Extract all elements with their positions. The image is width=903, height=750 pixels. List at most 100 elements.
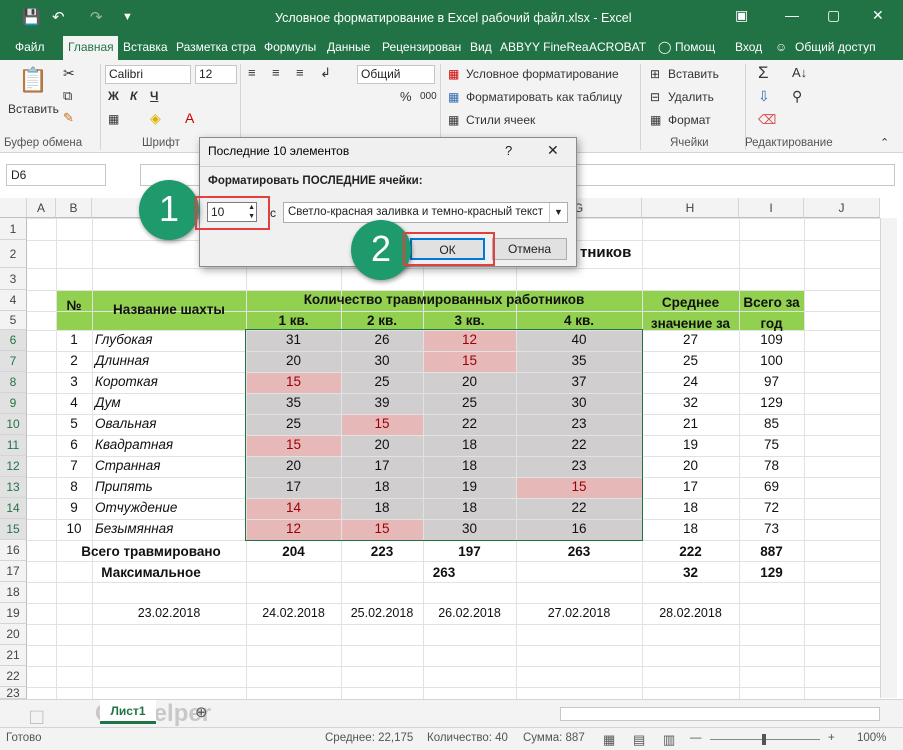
row-header[interactable]: 7 <box>0 351 27 372</box>
normal-view-icon[interactable]: ▦ <box>603 732 615 748</box>
tab-insert[interactable]: Вставка <box>123 40 168 54</box>
paste-button[interactable]: Вставить <box>8 102 59 116</box>
sheet-tab-1[interactable]: Лист1 <box>100 700 156 724</box>
row-header[interactable]: 4 <box>0 290 27 311</box>
paste-icon[interactable]: 📋 <box>18 66 48 95</box>
tab-review[interactable]: Рецензирован <box>382 40 461 54</box>
row-header[interactable]: 12 <box>0 456 27 477</box>
font-color-icon[interactable]: A <box>185 110 194 126</box>
fill-color-icon[interactable]: ◈ <box>150 110 161 127</box>
sign-in-link[interactable]: Вход <box>735 40 762 54</box>
borders-icon[interactable]: ▦ <box>108 112 119 126</box>
row-header[interactable]: 1 <box>0 218 27 240</box>
tab-formulas[interactable]: Формулы <box>264 40 316 54</box>
underline-button[interactable]: Ч <box>150 89 158 103</box>
maximize-icon[interactable]: ▢ <box>827 7 840 24</box>
row-header[interactable]: 8 <box>0 372 27 393</box>
row-header[interactable]: 15 <box>0 519 27 540</box>
column-header[interactable]: H <box>642 198 739 218</box>
zoom-level[interactable]: 100% <box>857 732 886 744</box>
cancel-button[interactable]: Отмена <box>492 238 567 260</box>
row-header[interactable]: 14 <box>0 498 27 519</box>
row-header[interactable]: 17 <box>0 561 27 582</box>
number-format-combo[interactable]: Общий <box>357 65 435 84</box>
undo-icon[interactable]: ↶ <box>52 8 65 26</box>
page-layout-view-icon[interactable]: ▤ <box>633 732 645 748</box>
tab-view[interactable]: Вид <box>470 40 492 54</box>
percent-icon[interactable]: % <box>400 89 412 104</box>
dialog-close-button[interactable]: ✕ <box>547 142 559 159</box>
zoom-slider-thumb[interactable] <box>762 734 766 745</box>
row-header[interactable]: 11 <box>0 435 27 456</box>
cond-format-button[interactable]: Условное форматирование <box>466 67 619 81</box>
tab-data[interactable]: Данные <box>327 40 370 54</box>
dialog-help-button[interactable]: ? <box>505 143 512 158</box>
tab-file[interactable]: Файл <box>15 40 45 54</box>
tab-acrobat[interactable]: ACROBAT <box>589 40 646 54</box>
select-all-corner[interactable] <box>0 198 27 218</box>
row-header[interactable]: 19 <box>0 603 27 624</box>
delete-cells-button[interactable]: Удалить <box>668 90 714 104</box>
format-cells-button[interactable]: Формат <box>668 113 711 127</box>
tab-help[interactable]: Помощ <box>675 40 715 54</box>
sort-filter-icon[interactable]: A↓ <box>792 65 807 80</box>
minimize-icon[interactable]: — <box>785 7 799 23</box>
tab-page-layout[interactable]: Разметка стра <box>176 40 256 54</box>
row-header[interactable]: 23 <box>0 687 27 699</box>
format-select[interactable]: Светло-красная заливка и темно-красный т… <box>283 202 568 223</box>
chevron-down-icon[interactable]: ▼ <box>549 203 567 222</box>
insert-cells-button[interactable]: Вставить <box>668 67 719 81</box>
wrap-text-icon[interactable]: ↲ <box>320 65 331 81</box>
column-header[interactable]: A <box>27 198 56 218</box>
row-header[interactable]: 6 <box>0 330 27 351</box>
row-header[interactable]: 20 <box>0 624 27 645</box>
bold-button[interactable]: Ж <box>108 89 119 103</box>
zoom-in-icon[interactable]: + <box>828 732 835 744</box>
row-header[interactable]: 22 <box>0 666 27 687</box>
font-name-combo[interactable]: Calibri <box>105 65 191 84</box>
row-header[interactable]: 3 <box>0 268 27 290</box>
tab-abbyy[interactable]: ABBYY FineRea <box>500 40 589 54</box>
name-box[interactable]: D6 <box>6 164 106 186</box>
zoom-out-icon[interactable]: — <box>690 732 702 744</box>
column-header[interactable]: J <box>804 198 880 218</box>
align-middle-icon[interactable]: ≡ <box>272 65 280 80</box>
cell-styles-button[interactable]: Стили ячеек <box>466 113 535 127</box>
row-header[interactable]: 5 <box>0 311 27 330</box>
collapse-ribbon-icon[interactable]: ⌃ <box>880 136 889 149</box>
find-select-icon[interactable]: ⚲ <box>792 88 802 105</box>
add-sheet-icon[interactable]: ⊕ <box>195 703 208 721</box>
row-header[interactable]: 10 <box>0 414 27 435</box>
font-size-combo[interactable]: 12 <box>195 65 237 84</box>
row-header[interactable]: 2 <box>0 240 27 268</box>
format-painter-icon[interactable]: ✎ <box>63 110 74 126</box>
column-header[interactable]: B <box>56 198 92 218</box>
thousands-icon[interactable]: 000 <box>420 91 437 102</box>
clear-icon[interactable]: ⌫ <box>758 112 776 128</box>
save-icon[interactable]: 💾 <box>22 8 41 26</box>
align-top-icon[interactable]: ≡ <box>248 65 256 80</box>
row-header[interactable]: 9 <box>0 393 27 414</box>
close-window-icon[interactable]: ✕ <box>872 7 884 24</box>
autosum-icon[interactable]: Σ <box>758 63 769 83</box>
redo-icon[interactable]: ↷ <box>90 8 103 26</box>
copy-icon[interactable]: ⧉ <box>63 88 72 104</box>
vertical-scrollbar[interactable] <box>880 218 897 698</box>
customize-qat-icon[interactable]: ▼ <box>122 11 133 23</box>
row-header[interactable]: 18 <box>0 582 27 603</box>
row-header[interactable]: 21 <box>0 645 27 666</box>
tab-home[interactable]: Главная <box>63 36 118 60</box>
column-header[interactable]: I <box>739 198 804 218</box>
ribbon-options-icon[interactable]: ▣ <box>735 7 748 24</box>
italic-button[interactable]: К <box>130 89 137 103</box>
fill-icon[interactable]: ⇩ <box>758 88 770 105</box>
share-button[interactable]: Общий доступ <box>795 40 876 54</box>
horizontal-scrollbar[interactable] <box>560 707 880 721</box>
row-header[interactable]: 13 <box>0 477 27 498</box>
cut-icon[interactable]: ✂ <box>63 65 75 82</box>
align-bottom-icon[interactable]: ≡ <box>296 65 304 80</box>
row-number: 8 <box>70 479 78 494</box>
format-table-button[interactable]: Форматировать как таблицу <box>466 90 622 104</box>
page-break-view-icon[interactable]: ▥ <box>663 732 675 748</box>
row-header[interactable]: 16 <box>0 540 27 561</box>
